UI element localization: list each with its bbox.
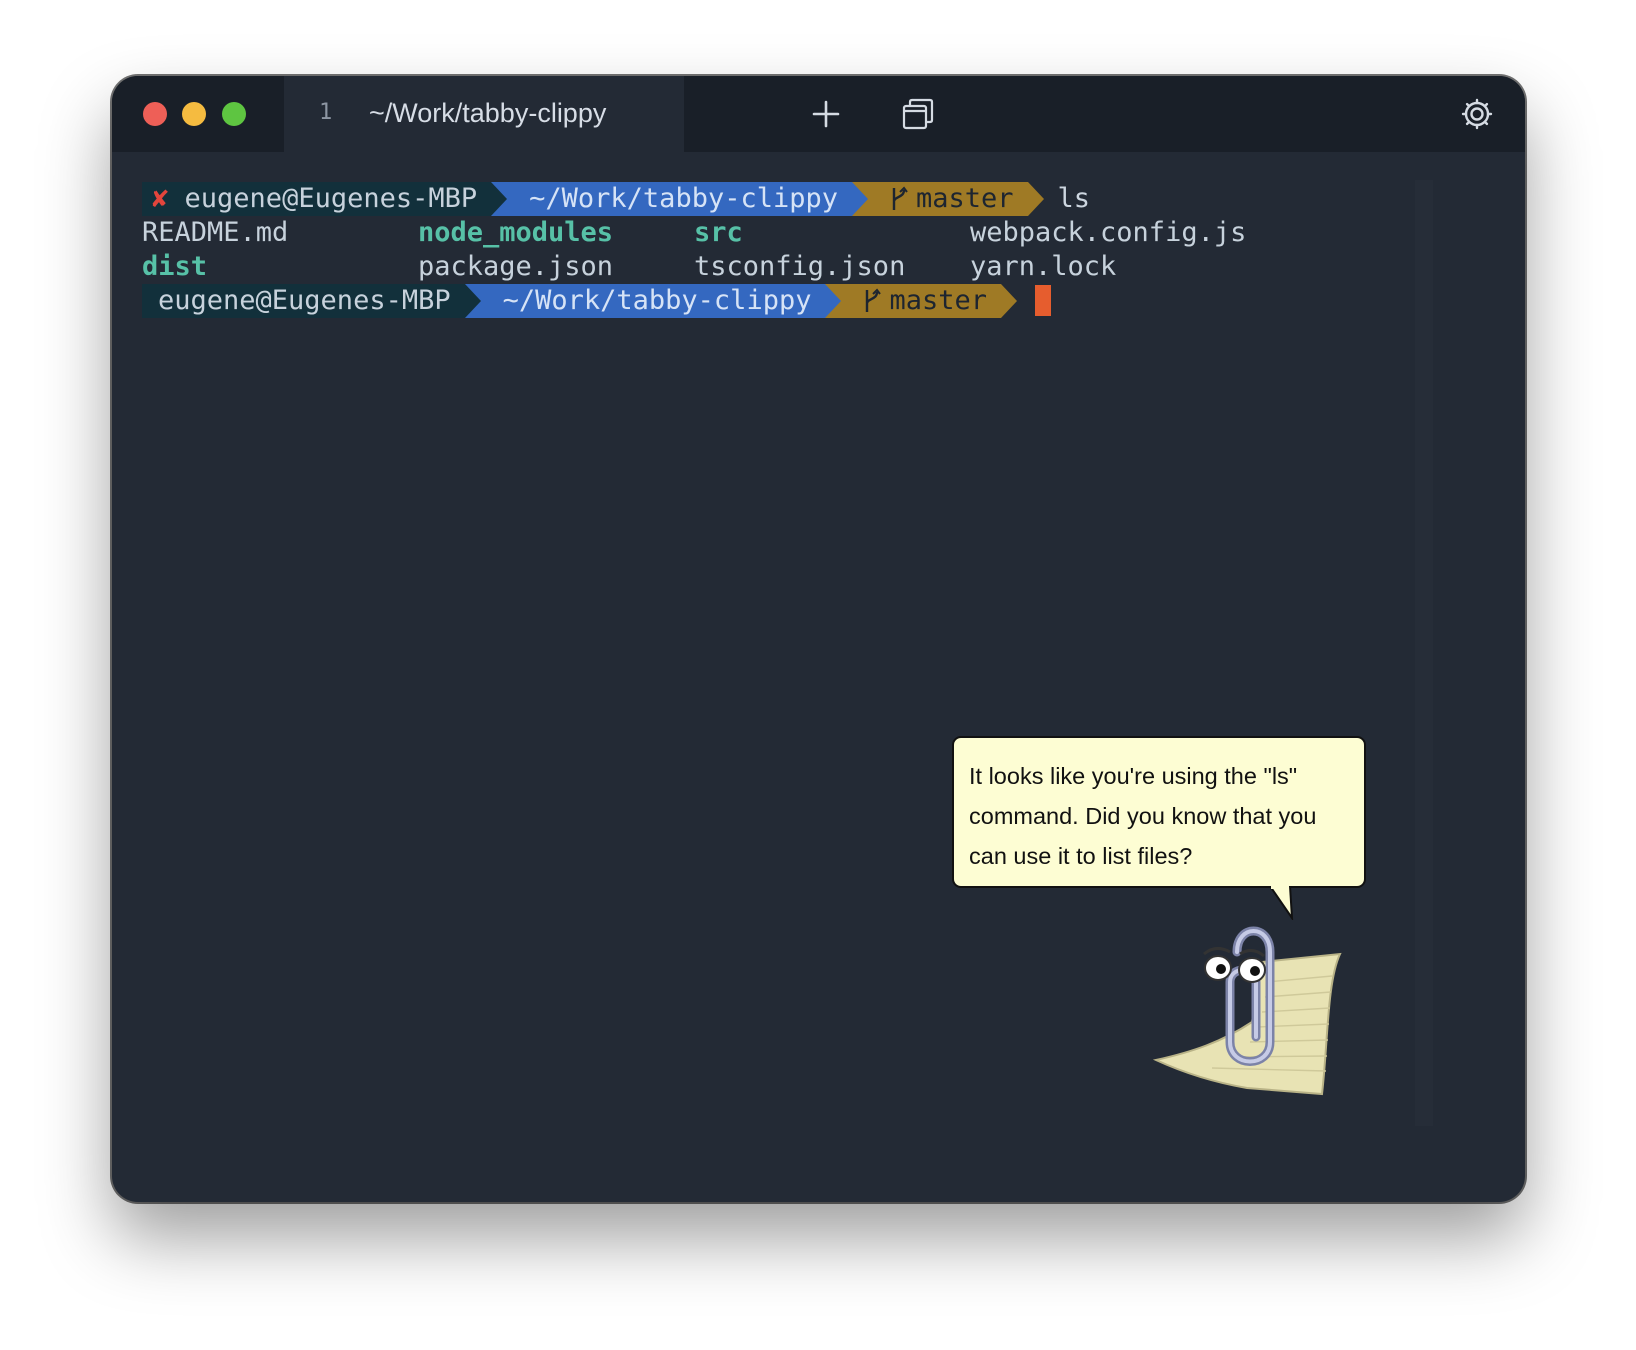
gear-icon[interactable]: [1459, 96, 1495, 132]
tab-title: ~/Work/tabby-clippy: [369, 98, 607, 128]
clippy-message-line: can use it to list files?: [969, 843, 1193, 869]
typed-command: ls: [1057, 183, 1091, 214]
segment-separator: [852, 182, 868, 216]
speech-bubble-tail: [1270, 886, 1294, 920]
list-item: webpack.config.js: [970, 217, 1247, 248]
maximize-window-button[interactable]: [222, 102, 246, 126]
list-item: README.md: [142, 217, 289, 248]
prompt-line-1: ✘ eugene@Eugenes-MBP ~/Work/tabby-clippy m…: [142, 182, 1090, 216]
segment-separator: [1027, 182, 1044, 216]
ls-output: README.md node_modules src webpack.confi…: [142, 216, 1246, 284]
prompt-user-host: eugene@Eugenes-MBP: [184, 183, 478, 214]
clippy-assistant-icon[interactable]: [1152, 922, 1352, 1102]
error-status-icon: ✘: [152, 183, 169, 214]
segment-separator: [491, 182, 508, 216]
terminal-output[interactable]: ✘ eugene@Eugenes-MBP ~/Work/tabby-clippy m…: [142, 182, 1246, 318]
terminal-scrollbar[interactable]: [1415, 180, 1433, 1126]
prompt-git-segment: master: [868, 182, 1028, 216]
prompt-git-segment: master: [841, 284, 1002, 318]
terminal-cursor: [1035, 285, 1052, 316]
prompt-line-2: eugene@Eugenes-MBP ~/Work/tabby-clippy mas…: [142, 284, 1090, 318]
segment-separator: [464, 284, 481, 318]
list-item-directory: src: [694, 217, 743, 248]
list-item: package.json: [418, 251, 614, 282]
title-bar: 1 ~/Work/tabby-clippy: [112, 76, 1525, 152]
segment-separator: [1001, 284, 1018, 318]
prompt-directory-segment: ~/Work/tabby-clippy: [480, 284, 826, 318]
clippy-speech-bubble[interactable]: It looks like you're using the "ls" comm…: [952, 736, 1366, 888]
minimize-window-button[interactable]: [182, 102, 206, 126]
list-item-directory: dist: [142, 251, 208, 282]
prompt-context-segment: eugene@Eugenes-MBP: [142, 284, 465, 318]
tab-terminal-1[interactable]: 1 ~/Work/tabby-clippy: [284, 76, 684, 152]
tab-number: 1: [319, 100, 333, 125]
prompt-branch-name: master: [916, 183, 1014, 214]
clippy-message-line: command. Did you know that you: [969, 803, 1317, 829]
list-item-directory: node_modules: [418, 217, 614, 248]
close-window-button[interactable]: [143, 102, 167, 126]
list-item: yarn.lock: [970, 251, 1117, 282]
segment-separator: [825, 284, 842, 318]
windows-icon[interactable]: [900, 96, 936, 132]
terminal-window: 1 ~/Work/tabby-clippy ✘ eugene@Eugenes-M…: [112, 76, 1525, 1202]
prompt-directory-segment: ~/Work/tabby-clippy: [507, 182, 852, 216]
clippy-message-line: It looks like you're using the "ls": [969, 763, 1298, 789]
git-branch-icon: [866, 288, 882, 312]
prompt-context-segment: ✘ eugene@Eugenes-MBP: [142, 182, 492, 216]
git-branch-icon: [892, 186, 908, 210]
list-item: tsconfig.json: [694, 251, 906, 282]
prompt-branch-name: master: [889, 285, 988, 316]
plus-icon[interactable]: [808, 96, 844, 132]
